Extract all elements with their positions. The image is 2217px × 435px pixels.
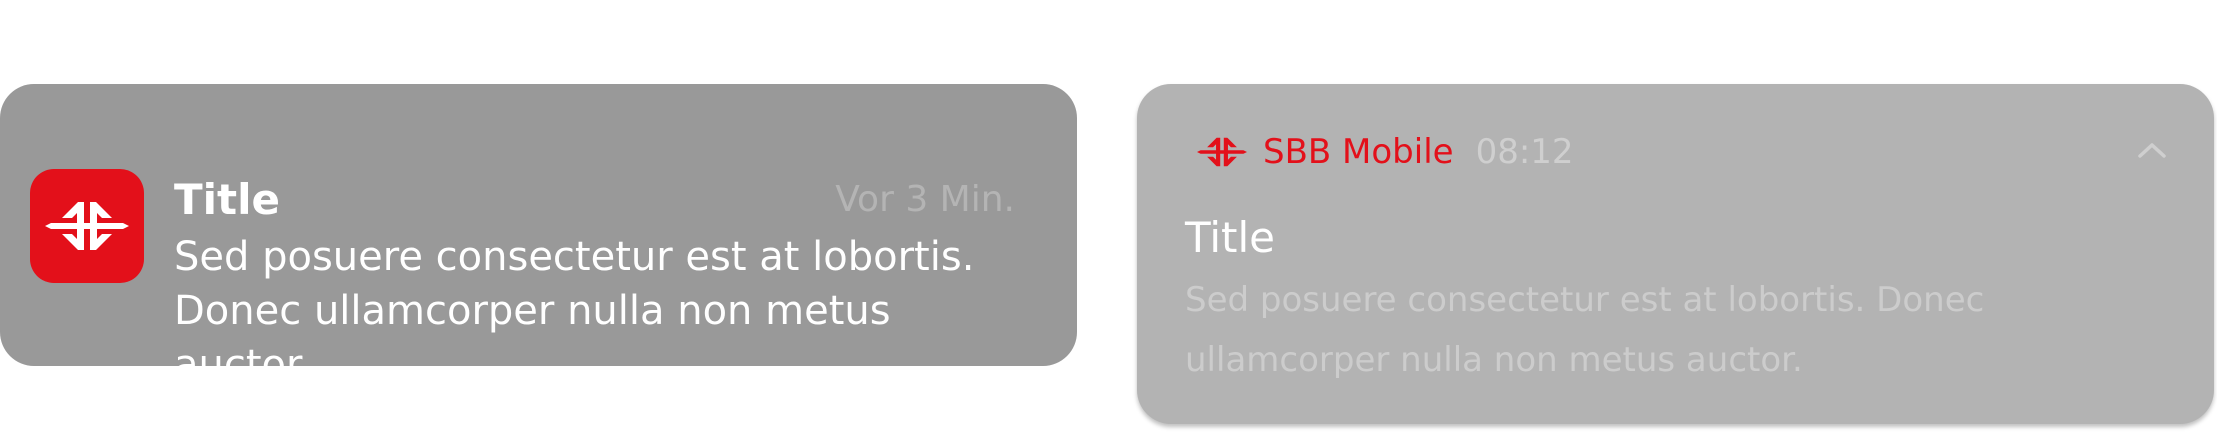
sbb-logo-icon	[1197, 137, 1247, 167]
app-name: SBB Mobile	[1263, 132, 1454, 172]
collapse-button[interactable]	[2130, 128, 2174, 172]
sbb-logo-icon	[45, 202, 129, 250]
notification-title: Title	[174, 175, 281, 224]
ios-notification[interactable]: Title Vor 3 Min. Sed posuere consectetur…	[0, 84, 1077, 388]
notification-body: Sed posuere consectetur est at lobortis.…	[174, 234, 975, 388]
notification-header: SBB Mobile 08:12	[1197, 127, 1574, 177]
notification-title: Title	[1185, 213, 1276, 262]
notification-body: Sed posuere consectetur est at lobortis.…	[1185, 280, 1985, 380]
notification-time: Vor 3 Min.	[835, 179, 1015, 220]
notification-time: 08:12	[1475, 132, 1574, 172]
android-notification[interactable]: SBB Mobile 08:12 Title Sed posuere conse…	[1137, 84, 2214, 424]
sbb-app-icon	[30, 169, 144, 283]
chevron-up-icon	[2138, 143, 2166, 158]
